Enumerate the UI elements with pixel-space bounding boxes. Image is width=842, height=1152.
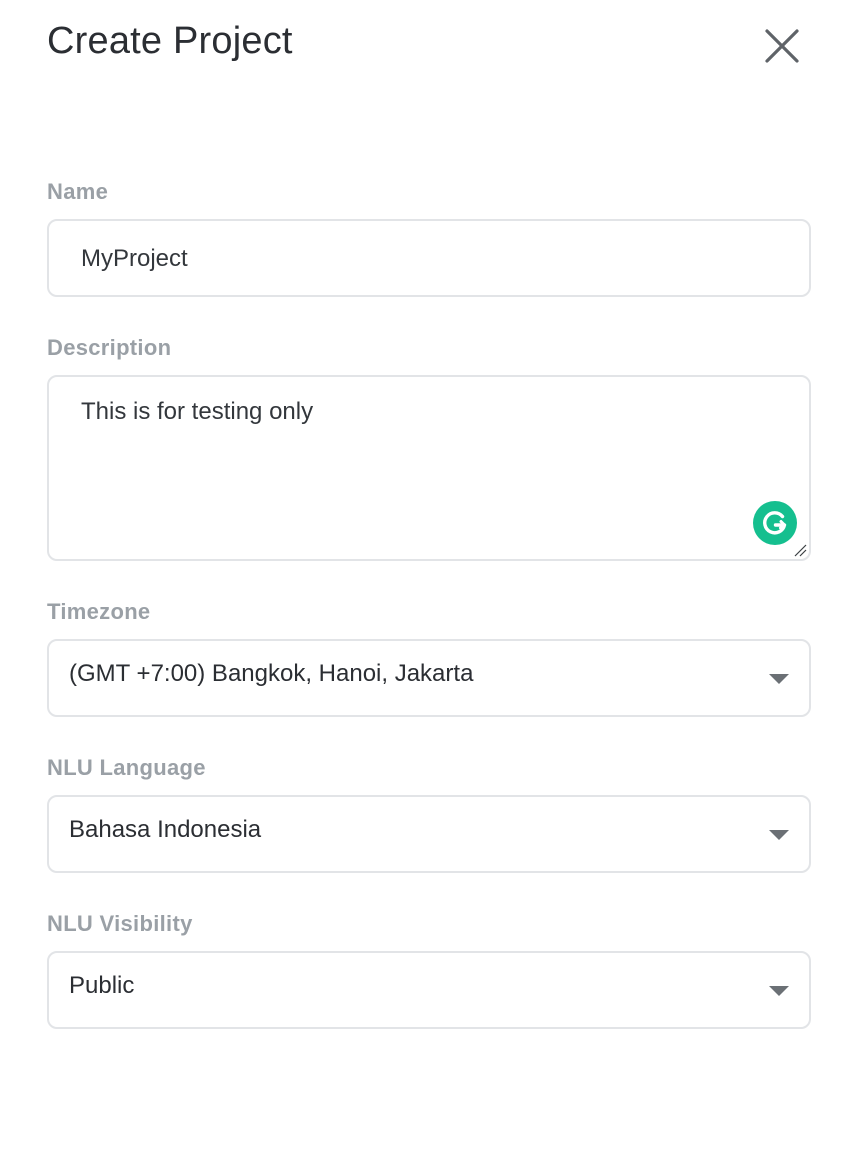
nlu-visibility-selected-value: Public [69,972,135,999]
description-label: Description [47,335,172,360]
timezone-select[interactable]: (GMT +7:00) Bangkok, Hanoi, Jakarta [47,639,811,717]
description-textarea[interactable]: This is for testing only [47,375,811,561]
close-button[interactable] [758,22,806,70]
grammarly-icon[interactable] [753,501,797,545]
dialog-title: Create Project [47,20,293,62]
nlu-language-select[interactable]: Bahasa Indonesia [47,795,811,873]
resize-handle-icon[interactable] [793,543,807,557]
chevron-down-icon [769,674,789,684]
name-input-value: MyProject [81,245,188,272]
nlu-language-label: NLU Language [47,755,206,780]
chevron-down-icon [769,986,789,996]
name-input[interactable]: MyProject [47,219,811,297]
chevron-down-icon [769,830,789,840]
description-textarea-value: This is for testing only [81,398,314,425]
name-label: Name [47,179,109,204]
timezone-selected-value: (GMT +7:00) Bangkok, Hanoi, Jakarta [69,660,474,687]
nlu-language-selected-value: Bahasa Indonesia [69,816,262,843]
nlu-visibility-select[interactable]: Public [47,951,811,1029]
nlu-visibility-label: NLU Visibility [47,911,193,936]
timezone-label: Timezone [47,599,151,624]
close-icon [758,22,806,70]
